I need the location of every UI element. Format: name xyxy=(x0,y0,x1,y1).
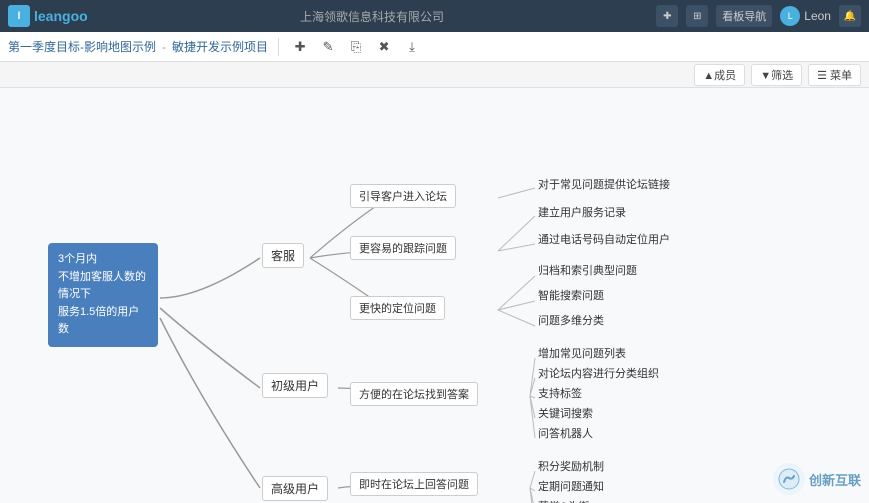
app-logo[interactable]: l leangoo xyxy=(8,5,88,27)
watermark-logo xyxy=(773,463,805,495)
leaf-1[interactable]: 对于常见问题提供论坛链接 xyxy=(538,176,670,192)
menu-btn[interactable]: ☰ 菜单 xyxy=(808,64,861,86)
user-area[interactable]: L Leon xyxy=(780,6,831,26)
bell-icon[interactable]: 🔔 xyxy=(839,5,861,27)
watermark: 创新互联 xyxy=(773,463,861,495)
leaf-10[interactable]: 关键词搜索 xyxy=(538,405,593,421)
leaf-9[interactable]: 支持标签 xyxy=(538,385,582,401)
export-btn[interactable]: ⤓ xyxy=(401,36,423,58)
delete-btn[interactable]: ✖ xyxy=(373,36,395,58)
action-bar: ▲成员 ▼筛选 ☰ 菜单 xyxy=(0,62,869,88)
leaf-6[interactable]: 问题多维分类 xyxy=(538,312,604,328)
breadcrumb-sep: - xyxy=(162,40,166,54)
member-btn[interactable]: ▲成员 xyxy=(694,64,745,86)
sub-branch-chuji-answer[interactable]: 方便的在论坛找到答案 xyxy=(350,382,478,406)
filter-btn[interactable]: ▼筛选 xyxy=(751,64,802,86)
sub-branch-dingwei[interactable]: 更快的定位问题 xyxy=(350,296,445,320)
main-canvas: 3个月内 不增加客服人数的情况下 服务1.5倍的用户数 客服 初级用户 高级用户… xyxy=(0,88,869,503)
leaf-8[interactable]: 对论坛内容进行分类组织 xyxy=(538,365,659,381)
branch-kefu[interactable]: 客服 xyxy=(262,243,304,268)
user-avatar: L xyxy=(780,6,800,26)
leaf-14[interactable]: 荣誉&头衔 xyxy=(538,498,589,503)
leaf-13[interactable]: 定期问题通知 xyxy=(538,478,604,494)
top-bar-left: l leangoo xyxy=(8,5,88,27)
leaf-4[interactable]: 归档和索引典型问题 xyxy=(538,262,637,278)
branch-chuji[interactable]: 初级用户 xyxy=(262,373,328,398)
branch-gaoji[interactable]: 高级用户 xyxy=(262,476,328,501)
user-name: Leon xyxy=(804,9,831,23)
sub-branch-genzong[interactable]: 更容易的跟踪问题 xyxy=(350,236,456,260)
user-char: L xyxy=(788,11,793,21)
central-node-line1: 3个月内 xyxy=(58,251,148,269)
bookmark-nav[interactable]: 看板导航 xyxy=(716,5,772,27)
leaf-7[interactable]: 增加常见问题列表 xyxy=(538,345,626,361)
central-node[interactable]: 3个月内 不增加客服人数的情况下 服务1.5倍的用户数 xyxy=(48,243,158,347)
top-bar-right: ✚ ⊞ 看板导航 L Leon 🔔 xyxy=(656,5,861,27)
edit-btn[interactable]: ✎ xyxy=(317,36,339,58)
leaf-2[interactable]: 建立用户服务记录 xyxy=(538,204,626,220)
leaf-5[interactable]: 智能搜索问题 xyxy=(538,287,604,303)
add-icon[interactable]: ✚ xyxy=(656,5,678,27)
second-bar: 第一季度目标-影响地图示例 - 敏捷开发示例项目 ✚ ✎ ⎘ ✖ ⤓ xyxy=(0,32,869,62)
add-node-btn[interactable]: ✚ xyxy=(289,36,311,58)
grid-icon[interactable]: ⊞ xyxy=(686,5,708,27)
leaf-11[interactable]: 问答机器人 xyxy=(538,425,593,441)
logo-text: leangoo xyxy=(34,8,88,24)
leaf-12[interactable]: 积分奖励机制 xyxy=(538,458,604,474)
sub-branch-gaoji-answer[interactable]: 即时在论坛上回答问题 xyxy=(350,472,478,496)
top-bar: l leangoo 上海领歌信息科技有限公司 ✚ ⊞ 看板导航 L Leon 🔔 xyxy=(0,0,869,32)
central-node-line3: 服务1.5倍的用户数 xyxy=(58,304,148,339)
central-node-line2: 不增加客服人数的情况下 xyxy=(58,269,148,304)
toolbar-divider-1 xyxy=(278,38,279,56)
bookmark-nav-label: 看板导航 xyxy=(722,8,766,24)
company-name: 上海领歌信息科技有限公司 xyxy=(300,8,444,25)
copy-btn[interactable]: ⎘ xyxy=(345,36,367,58)
leaf-3[interactable]: 通过电话号码自动定位用户 xyxy=(538,231,670,247)
sub-branch-yindao[interactable]: 引导客户进入论坛 xyxy=(350,184,456,208)
breadcrumb-subtitle[interactable]: 敏捷开发示例项目 xyxy=(172,38,268,55)
breadcrumb-title[interactable]: 第一季度目标-影响地图示例 xyxy=(8,38,156,55)
logo-icon: l xyxy=(8,5,30,27)
watermark-text: 创新互联 xyxy=(809,470,861,489)
